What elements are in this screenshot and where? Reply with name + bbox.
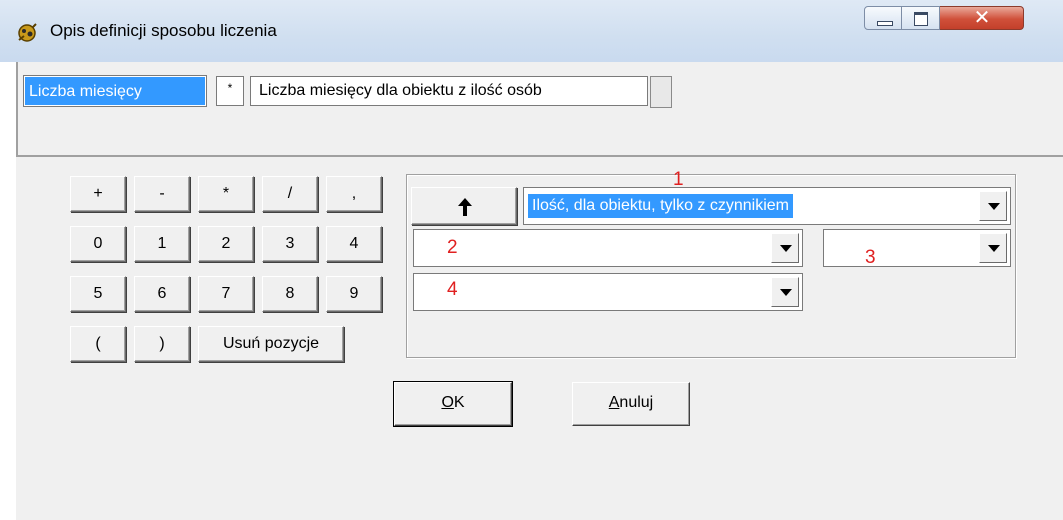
marker-4: 4 — [447, 279, 458, 300]
marker-2: 2 — [447, 237, 458, 258]
key-plus[interactable]: + — [70, 176, 126, 212]
maximize-icon — [914, 12, 928, 26]
ok-button[interactable]: OK — [393, 381, 513, 427]
marker-3: 3 — [865, 247, 876, 268]
chevron-down-icon[interactable] — [979, 233, 1007, 263]
marker-1: 1 — [673, 169, 684, 190]
key-8[interactable]: 8 — [262, 276, 318, 312]
key-open-paren[interactable]: ( — [70, 326, 126, 362]
remove-item-button[interactable]: Usuń pozycje — [198, 326, 344, 362]
cancel-label: nuluj — [619, 394, 654, 411]
chevron-down-icon[interactable] — [771, 277, 799, 307]
parameter-3-value — [828, 236, 836, 260]
chevron-down-icon[interactable] — [771, 233, 799, 263]
key-3[interactable]: 3 — [262, 226, 318, 262]
move-up-button[interactable] — [411, 187, 517, 225]
arrow-up-icon — [458, 198, 472, 216]
key-multiply[interactable]: * — [198, 176, 254, 212]
key-0[interactable]: 0 — [70, 226, 126, 262]
key-9[interactable]: 9 — [326, 276, 382, 312]
item-operator-field[interactable]: * — [216, 76, 244, 106]
key-5[interactable]: 5 — [70, 276, 126, 312]
parameter-4-value — [418, 280, 426, 304]
key-6[interactable]: 6 — [134, 276, 190, 312]
key-divide[interactable]: / — [262, 176, 318, 212]
item-description-field[interactable]: Liczba miesięcy dla obiektu z ilość osób — [250, 76, 648, 106]
dialog-window: Opis definicji sposobu liczenia ✕ Liczba… — [0, 0, 1063, 520]
maximize-button[interactable] — [902, 6, 940, 30]
key-7[interactable]: 7 — [198, 276, 254, 312]
key-close-paren[interactable]: ) — [134, 326, 190, 362]
item-edit-button[interactable] — [650, 76, 672, 108]
calculation-type-value: Ilość, dla obiektu, tylko z czynnikiem — [527, 193, 794, 219]
cancel-accelerator: A — [608, 394, 620, 411]
calculation-type-combo[interactable]: Ilość, dla obiektu, tylko z czynnikiem — [523, 187, 1011, 225]
close-icon: ✕ — [973, 5, 991, 29]
formula-strip: Liczba miesięcy * Liczba miesięcy dla ob… — [16, 62, 1063, 157]
key-comma[interactable]: , — [326, 176, 382, 212]
item-name-field[interactable]: Liczba miesięcy — [23, 75, 207, 107]
minimize-icon — [877, 21, 893, 26]
dialog-client-area: Liczba miesięcy * Liczba miesięcy dla ob… — [16, 62, 1063, 520]
parameter-combo-2[interactable] — [413, 229, 803, 267]
key-minus[interactable]: - — [134, 176, 190, 212]
key-2[interactable]: 2 — [198, 226, 254, 262]
ok-accelerator: O — [441, 394, 454, 411]
key-1[interactable]: 1 — [134, 226, 190, 262]
window-left-border — [0, 62, 16, 520]
parameter-combo-3[interactable] — [823, 229, 1011, 267]
app-icon — [18, 23, 37, 42]
ok-label: K — [453, 394, 465, 411]
key-4[interactable]: 4 — [326, 226, 382, 262]
parameter-2-value — [418, 236, 426, 260]
close-button[interactable]: ✕ — [940, 5, 1024, 30]
parameter-combo-4[interactable] — [413, 273, 803, 311]
element-selection-panel: Ilość, dla obiektu, tylko z czynnikiem 1… — [406, 169, 1016, 358]
caption-buttons: ✕ — [864, 5, 1054, 34]
window-title: Opis definicji sposobu liczenia — [50, 21, 277, 40]
title-bar[interactable]: Opis definicji sposobu liczenia ✕ — [0, 0, 1063, 62]
cancel-button[interactable]: Anuluj — [572, 382, 690, 426]
minimize-button[interactable] — [864, 6, 902, 30]
chevron-down-icon[interactable] — [979, 191, 1007, 221]
